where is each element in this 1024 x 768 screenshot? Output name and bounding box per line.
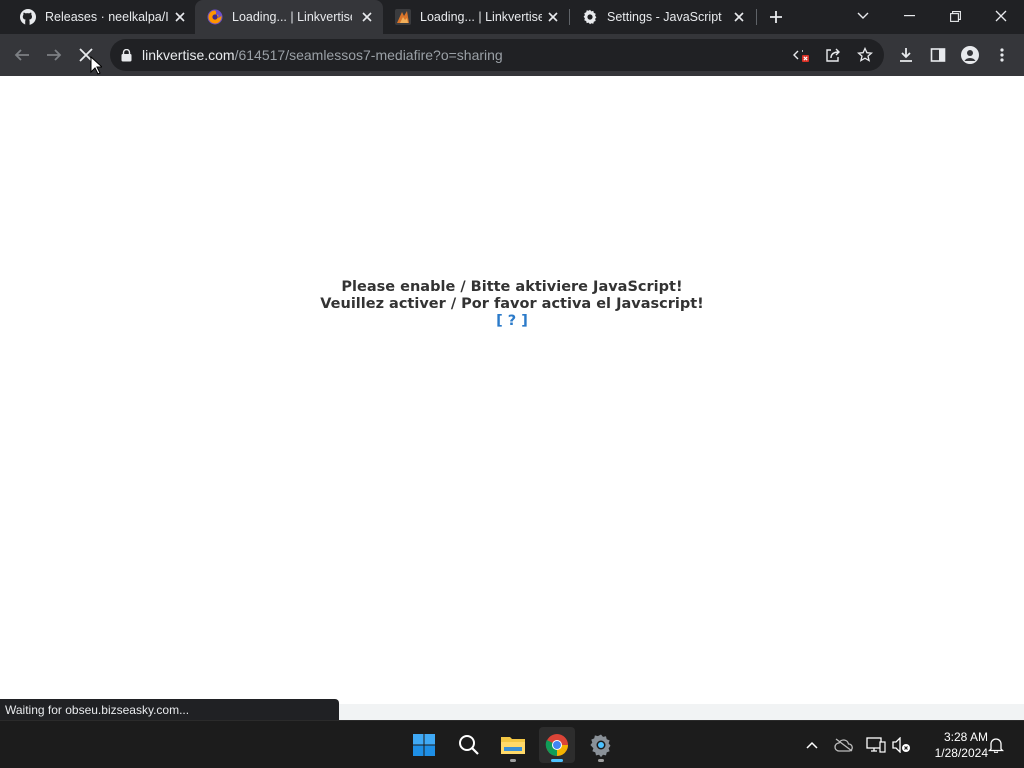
tab-github-releases[interactable]: Releases · neelkalpa/In (8, 0, 194, 34)
network-button[interactable] (866, 735, 886, 755)
chevron-down-icon (857, 12, 869, 19)
mouse-cursor-icon (90, 56, 102, 75)
bell-icon (988, 738, 1004, 753)
windows-taskbar: 3:28 AM 1/28/2024 (0, 720, 1024, 768)
running-indicator (510, 759, 516, 762)
active-indicator (551, 759, 563, 762)
arrow-right-icon (47, 49, 62, 61)
minimize-icon (903, 15, 915, 17)
close-icon (995, 10, 1007, 22)
minimize-button[interactable] (886, 0, 932, 32)
noscript-line-2: Veuillez activer / Por favor activa el J… (320, 296, 704, 312)
noscript-line-1: Please enable / Bitte aktiviere JavaScri… (341, 279, 683, 295)
settings-taskbar-button[interactable] (583, 727, 619, 763)
windows-start-icon (413, 734, 435, 756)
side-panel-icon (930, 48, 946, 62)
tab-separator (756, 9, 757, 25)
chrome-icon (545, 734, 568, 756)
page-content: Please enable / Bitte aktiviere JavaScri… (0, 76, 1024, 720)
download-icon (900, 48, 912, 62)
github-icon (20, 9, 36, 25)
forward-button[interactable] (42, 43, 66, 67)
back-button[interactable] (10, 43, 34, 67)
taskbar-search-button[interactable] (451, 727, 487, 763)
bookmark-star-icon[interactable] (857, 47, 873, 63)
restore-button[interactable] (932, 0, 978, 32)
side-panel-button[interactable] (926, 43, 950, 67)
clock-date: 1/28/2024 (934, 746, 988, 760)
menu-button[interactable] (990, 43, 1014, 67)
page-bottom-edge (339, 704, 1024, 720)
close-window-button[interactable] (978, 0, 1024, 32)
tab-title: Loading... | Linkvertise (232, 10, 352, 24)
tab-settings-javascript[interactable]: Settings - JavaScript (570, 0, 756, 34)
start-button[interactable] (406, 727, 442, 763)
browser-toolbar: linkvertise.com/614517/seamlessos7-media… (0, 34, 1024, 76)
new-tab-button[interactable] (766, 7, 786, 27)
firefox-icon (207, 9, 223, 25)
close-tab-icon[interactable] (545, 9, 561, 25)
close-tab-icon[interactable] (359, 9, 375, 25)
close-tab-icon[interactable] (731, 9, 747, 25)
close-tab-icon[interactable] (172, 9, 188, 25)
plus-icon (770, 11, 782, 23)
file-explorer-button[interactable] (495, 727, 531, 763)
volume-button[interactable] (892, 735, 912, 755)
chevron-up-icon (806, 741, 818, 749)
tab-linkvertise-active[interactable]: Loading... | Linkvertise (195, 0, 383, 34)
file-explorer-icon (501, 737, 525, 754)
status-bubble: Waiting for obseu.bizseasky.com... (0, 699, 339, 720)
arrow-left-icon (14, 49, 29, 61)
noscript-message: Please enable / Bitte aktiviere JavaScri… (0, 279, 1024, 330)
notifications-button[interactable] (986, 735, 1006, 755)
onedrive-button[interactable] (834, 735, 854, 755)
tab-search-button[interactable] (840, 0, 886, 32)
url-host: linkvertise.com (142, 47, 235, 63)
gear-icon (582, 9, 598, 25)
tab-title: Settings - JavaScript (607, 10, 722, 24)
javascript-blocked-icon[interactable] (793, 47, 809, 63)
tab-title: Loading... | Linkvertise (420, 10, 542, 24)
address-bar[interactable]: linkvertise.com/614517/seamlessos7-media… (110, 39, 884, 71)
settings-icon (590, 734, 611, 757)
network-icon (866, 737, 886, 753)
downloads-button[interactable] (894, 43, 918, 67)
chrome-taskbar-button[interactable] (539, 727, 575, 763)
linkvertise-icon (395, 9, 411, 25)
speaker-muted-icon (892, 737, 910, 753)
profile-button[interactable] (958, 43, 982, 67)
search-icon (459, 735, 479, 755)
url-path: /614517/seamlessos7-mediafire?o=sharing (234, 47, 503, 63)
running-indicator (598, 759, 604, 762)
help-link[interactable]: [ ? ] (496, 313, 528, 329)
cloud-offline-icon (834, 738, 853, 752)
share-icon[interactable] (825, 47, 841, 63)
url-text[interactable]: linkvertise.com/614517/seamlessos7-media… (142, 47, 503, 63)
tab-linkvertise-2[interactable]: Loading... | Linkvertise (383, 0, 569, 34)
restore-icon (949, 10, 961, 22)
show-hidden-icons-button[interactable] (802, 735, 822, 755)
tab-title: Releases · neelkalpa/In (45, 10, 168, 24)
more-vertical-icon (1000, 48, 1004, 62)
lock-icon[interactable] (118, 47, 134, 63)
taskbar-clock[interactable]: 3:28 AM 1/28/2024 (920, 729, 988, 761)
clock-time: 3:28 AM (943, 730, 988, 744)
avatar-icon (961, 46, 979, 64)
tab-strip: Releases · neelkalpa/In Loading... | Lin… (0, 0, 1024, 34)
